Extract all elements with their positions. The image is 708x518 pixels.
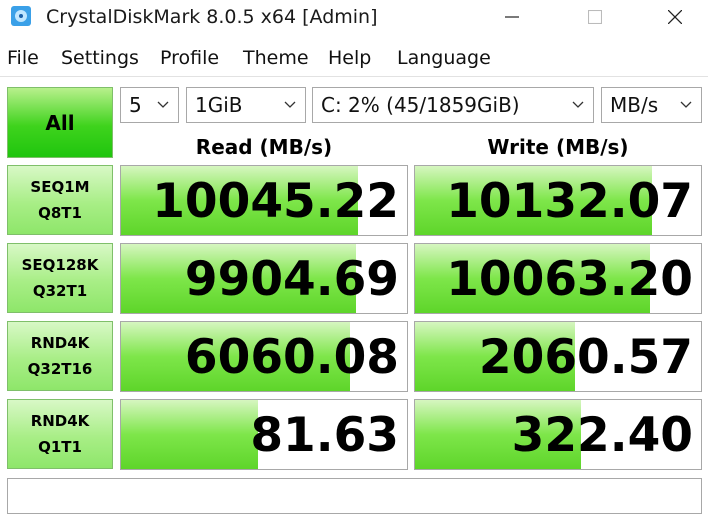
write-value: 2060.57 [478,330,693,385]
menu-theme[interactable]: Theme [243,47,309,69]
write-result-seq128k-q32t1: 10063.20 [414,243,702,314]
write-result-seq1m-q8t1: 10132.07 [414,165,702,236]
read-value: 6060.08 [184,330,399,385]
drive-select[interactable]: C: 2% (45/1859GiB) [312,87,594,123]
test-button-rnd4k-q1t1[interactable]: RND4K Q1T1 [7,399,113,469]
comment-field[interactable] [7,478,702,514]
unit-select[interactable]: MB/s [601,87,702,123]
window-title: CrystalDiskMark 8.0.5 x64 [Admin] [46,6,378,28]
unit-value: MB/s [610,93,659,117]
write-value: 10063.20 [446,252,693,307]
test-name: SEQ1M [30,178,90,196]
test-button-seq1m-q8t1[interactable]: SEQ1M Q8T1 [7,165,113,235]
read-value: 81.63 [250,408,399,463]
read-result-seq128k-q32t1: 9904.69 [120,243,408,314]
test-name: RND4K [30,412,90,430]
menu-help[interactable]: Help [328,47,371,69]
test-button-rnd4k-q32t16[interactable]: RND4K Q32T16 [7,321,113,391]
chevron-down-icon [284,101,296,108]
menu-settings[interactable]: Settings [61,47,139,69]
write-value: 322.40 [511,408,693,463]
menu-profile[interactable]: Profile [160,47,219,69]
close-icon [668,10,682,24]
test-name: SEQ128K [21,256,99,274]
test-params: Q32T1 [32,282,88,300]
menu-bar: File Settings Profile Theme Help Languag… [0,40,708,76]
write-result-rnd4k-q32t16: 2060.57 [414,321,702,392]
close-button[interactable] [650,0,700,34]
read-value: 9904.69 [184,252,399,307]
test-params: Q1T1 [38,438,82,456]
test-count-select[interactable]: 5 [120,87,179,123]
minimize-icon [505,16,519,18]
chevron-down-icon [572,101,584,108]
read-value: 10045.22 [152,174,399,229]
write-header: Write (MB/s) [487,135,629,159]
test-params: Q32T16 [27,360,93,378]
write-result-rnd4k-q1t1: 322.40 [414,399,702,470]
maximize-button[interactable] [570,0,620,34]
read-header: Read (MB/s) [195,135,333,159]
menu-language[interactable]: Language [397,47,491,69]
read-result-rnd4k-q32t16: 6060.08 [120,321,408,392]
test-name: RND4K [30,334,90,352]
chevron-down-icon [157,101,169,108]
test-button-seq128k-q32t1[interactable]: SEQ128K Q32T1 [7,243,113,313]
read-result-rnd4k-q1t1: 81.63 [120,399,408,470]
minimize-button[interactable] [487,0,537,34]
read-result-seq1m-q8t1: 10045.22 [120,165,408,236]
menu-divider [0,76,708,77]
test-count-value: 5 [129,93,142,117]
menu-file[interactable]: File [7,47,39,69]
chevron-down-icon [680,101,692,108]
run-all-button[interactable]: All [7,87,113,158]
test-params: Q8T1 [38,204,82,222]
write-value: 10132.07 [446,174,693,229]
maximize-icon [588,10,602,24]
crystaldiskmark-icon [11,6,31,26]
test-size-value: 1GiB [195,93,243,117]
test-size-select[interactable]: 1GiB [186,87,306,123]
title-bar: CrystalDiskMark 8.0.5 x64 [Admin] [0,0,708,38]
read-bar [121,400,259,469]
drive-value: C: 2% (45/1859GiB) [321,93,520,117]
